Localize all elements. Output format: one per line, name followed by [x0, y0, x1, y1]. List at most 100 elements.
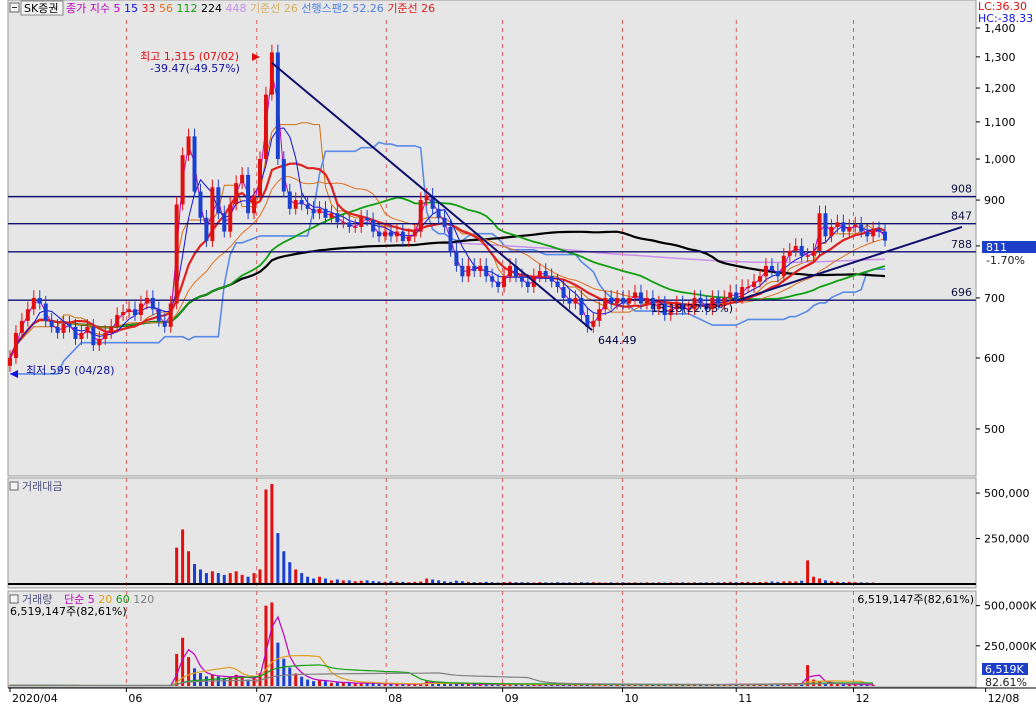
value-panel-toggle-icon[interactable] — [9, 481, 19, 491]
candle-body — [103, 332, 108, 339]
legend-item: 33 — [141, 2, 159, 15]
candle-body — [543, 271, 548, 277]
legend-item: 448 — [225, 2, 250, 15]
value-bar — [264, 489, 268, 584]
candle-body — [490, 276, 495, 282]
hc-label: HC:-38.33 — [978, 12, 1033, 25]
value-bar — [240, 574, 244, 584]
candle-body — [388, 231, 393, 237]
candle-body — [811, 250, 816, 256]
volume-bar — [353, 683, 357, 686]
value-bar — [318, 576, 322, 584]
candle-body — [734, 292, 739, 298]
legend-header: SK증권 종가 지수 5 15 33 56 112 224 448 기준선 26… — [9, 0, 435, 16]
candle-body — [871, 229, 876, 237]
candle-body — [43, 303, 48, 321]
indicator-legend: 종가 지수 5 15 33 56 112 224 448 기준선 26 선행스팬… — [66, 2, 435, 15]
volume-y-tick-label: 250,000K — [984, 640, 1036, 653]
candle-body — [252, 195, 257, 214]
candle-body — [204, 217, 209, 242]
candle-body — [377, 231, 382, 237]
candle-body — [311, 208, 316, 214]
legend-item: 112 — [176, 2, 201, 15]
candle-body — [597, 309, 602, 321]
stock-chart[interactable]: 1,4001,3001,2001,1001,000900800700600500… — [0, 0, 1036, 710]
volume-bar — [306, 679, 310, 686]
candle-body — [192, 136, 197, 192]
legend-item: 종가 지수 — [66, 2, 113, 15]
candle-body — [763, 265, 768, 277]
value-bar — [276, 533, 280, 584]
candle-body — [37, 297, 42, 304]
level-label: 788 — [951, 238, 972, 251]
candle-body — [633, 292, 637, 298]
volume-bar — [276, 642, 280, 686]
candle-body — [644, 297, 649, 304]
candle-body — [502, 276, 507, 287]
price-y-axis: 1,4001,3001,2001,1001,000900800700600500 — [976, 22, 1016, 436]
value-bar — [210, 571, 214, 584]
candle-body — [210, 187, 215, 242]
volume-y-axis: 500,000K 250,000K — [976, 600, 1036, 653]
candle-body — [567, 297, 572, 304]
value-bar — [204, 573, 208, 584]
candle-body — [579, 297, 584, 315]
candle-body — [359, 217, 364, 227]
volume-panel-toggle-icon[interactable] — [9, 594, 19, 604]
volume-y-tick-label: 500,000K — [984, 600, 1036, 613]
candle-body — [269, 52, 274, 95]
candle-body — [484, 265, 489, 277]
price-y-tick-label: 700 — [984, 292, 1005, 305]
value-bar — [258, 569, 262, 584]
x-tick-label: 07 — [259, 692, 273, 705]
candle-body — [424, 195, 429, 201]
candle-body — [323, 208, 328, 218]
volume-bar — [193, 668, 197, 686]
candle-body — [472, 265, 477, 272]
value-bar — [193, 564, 197, 584]
volume-bar — [282, 658, 286, 686]
level-label: 696 — [951, 286, 972, 299]
candle-body — [371, 220, 376, 232]
candle-body — [133, 309, 137, 315]
candle-body — [519, 276, 524, 282]
candle-body — [335, 213, 340, 223]
candle-body — [448, 226, 453, 251]
candle-body — [85, 326, 90, 333]
volume-bar — [294, 673, 298, 686]
candle-body — [436, 208, 441, 218]
candle-body — [603, 297, 608, 310]
value-bar — [294, 569, 298, 584]
value-bar — [812, 576, 816, 584]
volume-bar — [240, 677, 244, 686]
candle-body — [49, 320, 54, 327]
candle-body — [627, 297, 632, 304]
x-tick-label: 10 — [625, 692, 639, 705]
stock-name: SK증권 — [24, 2, 58, 15]
candle-body — [258, 159, 262, 196]
candle-body — [305, 204, 310, 209]
volume-bar — [323, 681, 327, 686]
candle-body — [740, 286, 745, 298]
high-change: -39.47(-49.57%) — [150, 62, 240, 75]
candle-body — [127, 309, 132, 313]
candle-body — [246, 174, 251, 214]
volume-bar — [210, 674, 214, 686]
legend-item: 5 — [113, 2, 124, 15]
candle-body — [73, 326, 78, 339]
candle-body — [138, 303, 143, 315]
value-bar — [252, 573, 256, 584]
candle-body — [823, 213, 828, 237]
value-bar — [175, 547, 179, 584]
candle-body — [365, 217, 370, 221]
candle-body — [383, 231, 387, 237]
value-bar — [187, 551, 191, 584]
x-tick-label: 12 — [856, 692, 870, 705]
candle-body — [805, 255, 810, 257]
price-y-tick-label: 1,100 — [984, 116, 1016, 129]
volume-bar — [288, 667, 292, 686]
candle-body — [817, 213, 822, 251]
value-y-tick-label: 500,000 — [984, 487, 1030, 500]
candle-body — [460, 265, 465, 277]
price-y-tick-label: 900 — [984, 194, 1005, 207]
